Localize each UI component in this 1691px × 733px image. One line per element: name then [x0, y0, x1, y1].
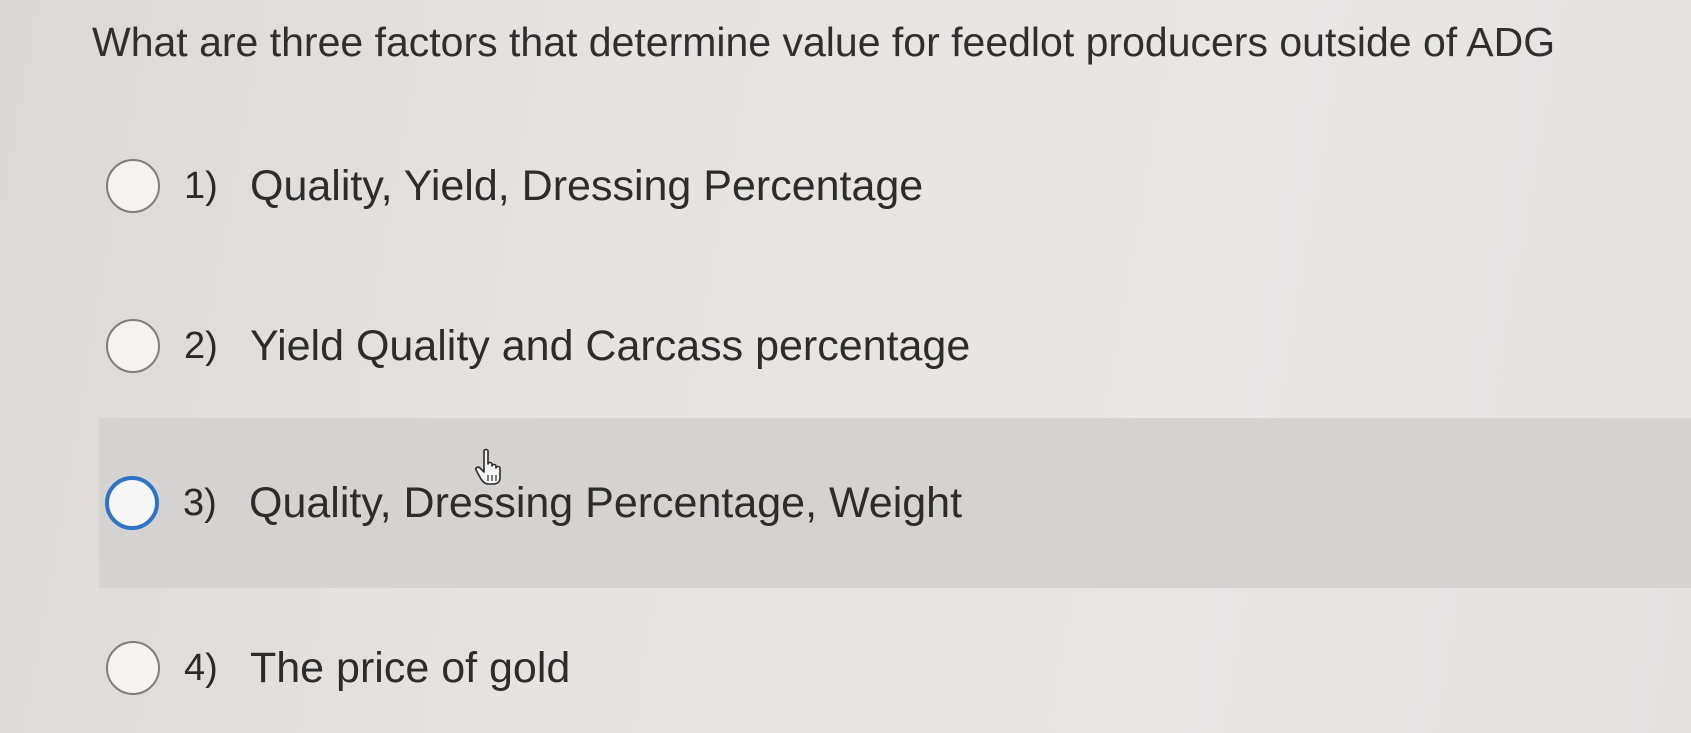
- option-label: Quality, Yield, Dressing Percentage: [250, 161, 924, 210]
- answer-option-3[interactable]: 3) Quality, Dressing Percentage, Weight: [99, 418, 1691, 588]
- answer-option-2[interactable]: 2) Yield Quality and Carcass percentage: [100, 296, 1691, 396]
- radio-button-option-4[interactable]: [106, 641, 160, 695]
- option-label: Yield Quality and Carcass percentage: [250, 321, 971, 370]
- option-label: The price of gold: [250, 643, 571, 692]
- answer-option-4[interactable]: 4) The price of gold: [100, 618, 1691, 718]
- hand-pointer-icon: [475, 448, 501, 485]
- question-text: What are three factors that determine va…: [92, 19, 1556, 65]
- answer-option-1[interactable]: 1) Quality, Yield, Dressing Percentage: [100, 136, 1691, 236]
- radio-button-option-3[interactable]: [105, 476, 159, 530]
- option-number: 1): [184, 164, 218, 207]
- option-number: 3): [183, 481, 217, 524]
- radio-button-option-2[interactable]: [106, 319, 160, 373]
- option-label: Quality, Dressing Percentage, Weight: [249, 478, 963, 527]
- option-number: 4): [184, 646, 218, 689]
- radio-button-option-1[interactable]: [106, 159, 160, 213]
- option-number: 2): [184, 324, 218, 367]
